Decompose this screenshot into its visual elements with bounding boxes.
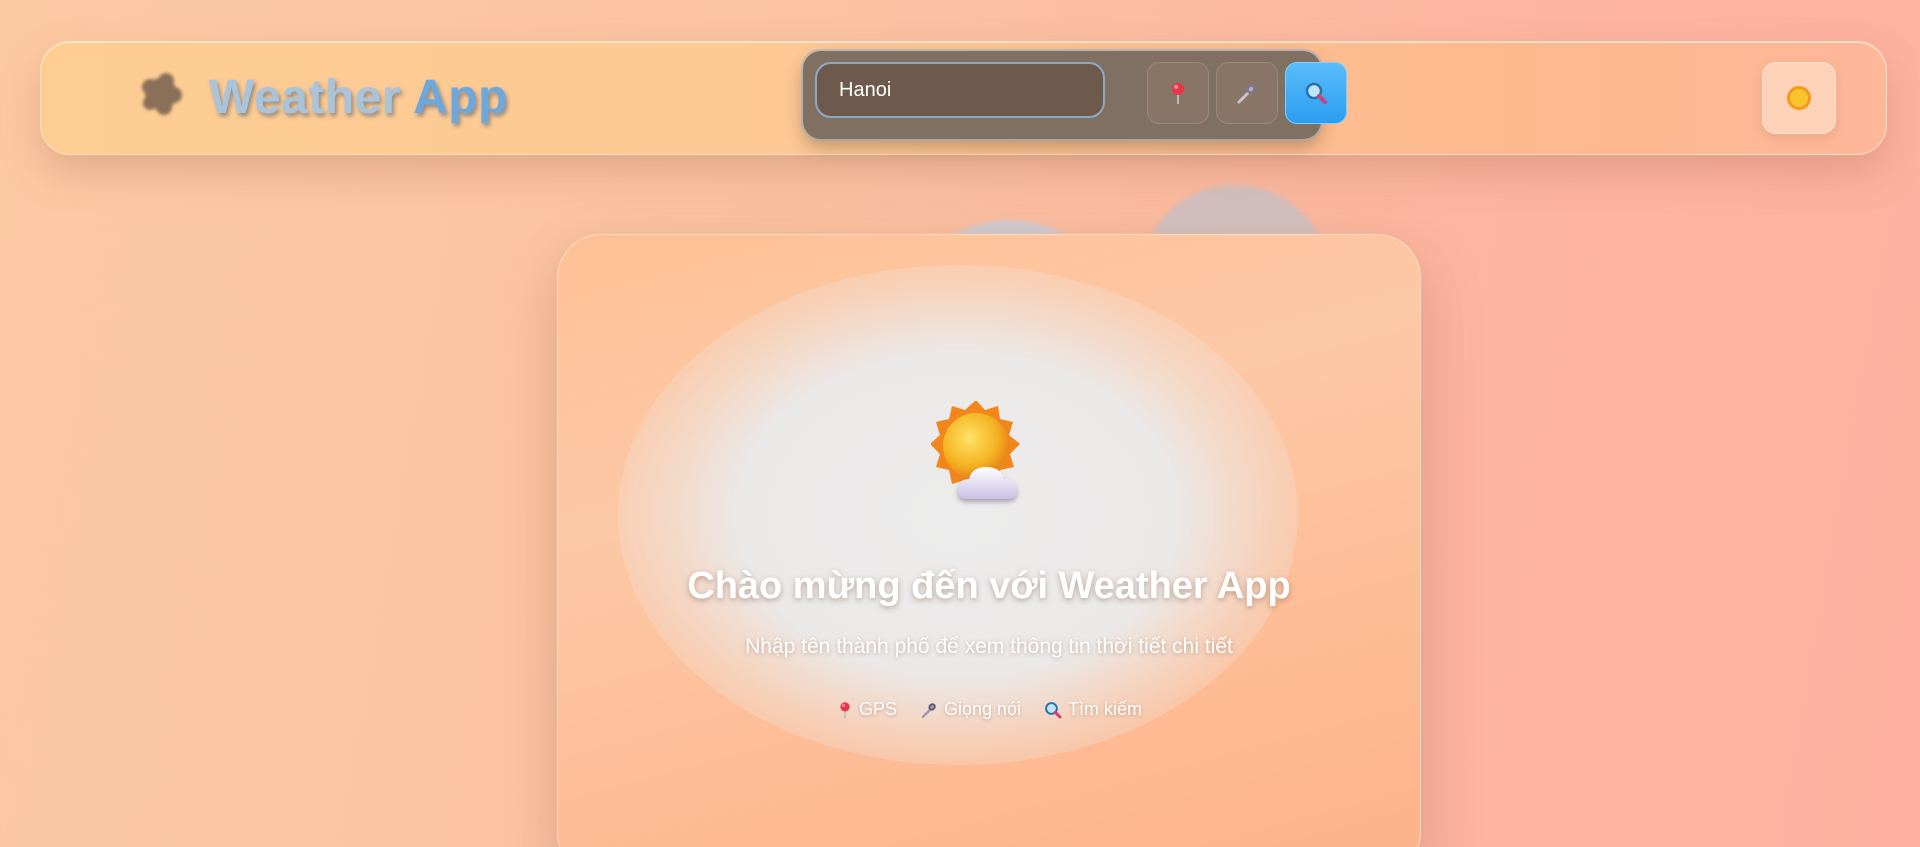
sun-behind-cloud-icon — [931, 401, 1020, 499]
search-icon — [1305, 82, 1327, 104]
pushpin-icon — [1172, 83, 1184, 104]
app-title: Weather App — [209, 70, 508, 125]
welcome-title: Chào mừng đến với Weather App — [687, 565, 1291, 607]
voice-search-button[interactable] — [1216, 62, 1278, 124]
feature-gps: GPS — [836, 699, 897, 720]
search-button[interactable] — [1285, 62, 1347, 124]
logo-icon — [142, 73, 182, 115]
app-title-app: App — [413, 71, 508, 124]
microphone-icon — [1237, 84, 1256, 104]
search-bar — [803, 51, 1347, 139]
feature-voice: Giọng nói — [919, 699, 1021, 720]
feature-label: Tìm kiếm — [1068, 699, 1143, 719]
app-title-weather: Weather — [209, 71, 402, 124]
feature-label: Giọng nói — [943, 699, 1022, 719]
welcome-card: Chào mừng đến với Weather App Nhập tên t… — [557, 234, 1421, 847]
feature-search: Tìm kiếm — [1043, 699, 1142, 720]
sun-icon — [1787, 86, 1811, 110]
feature-list: GPS Giọng nói Tìm kiếm — [558, 699, 1420, 720]
microphone-icon — [921, 702, 936, 718]
gps-button[interactable] — [1147, 62, 1209, 124]
pushpin-icon — [840, 701, 850, 718]
welcome-subtitle: Nhập tên thành phố để xem thông tin thời… — [745, 635, 1233, 658]
search-icon — [1045, 701, 1062, 718]
theme-toggle-button[interactable] — [1762, 62, 1836, 134]
feature-label: GPS — [858, 699, 897, 719]
city-search-input[interactable] — [815, 62, 1105, 118]
app-header: Weather App — [40, 41, 1887, 155]
card-glow — [618, 265, 1298, 765]
